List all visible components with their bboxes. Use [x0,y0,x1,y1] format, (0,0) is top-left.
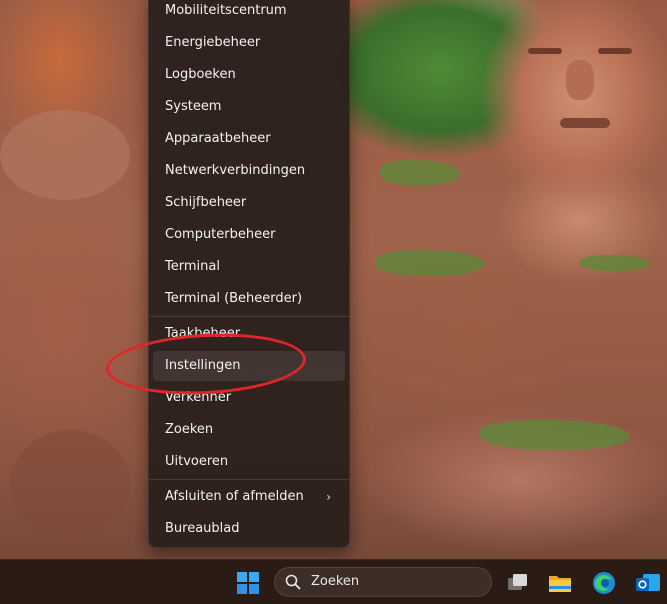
menu-item-terminal-beheerder[interactable]: Terminal (Beheerder) [153,284,345,314]
wallpaper-detail [10,430,130,540]
menu-item-mobiliteitscentrum[interactable]: Mobiliteitscentrum [153,0,345,26]
search-icon [285,574,301,590]
menu-item-instellingen[interactable]: Instellingen [153,351,345,381]
quick-link-menu: Mobiliteitscentrum Energiebeheer Logboek… [148,0,350,548]
wallpaper-detail [480,420,630,450]
wallpaper-detail [580,255,650,271]
menu-divider [149,479,349,480]
taskbar: Zoeken [0,559,667,604]
desktop-screen: Mobiliteitscentrum Energiebeheer Logboek… [0,0,667,604]
wallpaper-detail [598,48,632,54]
outlook-icon [636,574,660,591]
menu-item-uitvoeren[interactable]: Uitvoeren [153,447,345,477]
menu-item-schijfbeheer[interactable]: Schijfbeheer [153,188,345,218]
menu-item-taakbeheer[interactable]: Taakbeheer [153,319,345,349]
edge-browser-button[interactable] [590,569,618,597]
menu-item-netwerkverbindingen[interactable]: Netwerkverbindingen [153,156,345,186]
search-placeholder: Zoeken [311,574,360,589]
task-view-icon [508,574,527,590]
chevron-right-icon: › [326,490,331,504]
menu-item-verkenner[interactable]: Verkenner [153,383,345,413]
taskbar-search-box[interactable]: Zoeken [274,567,492,597]
file-explorer-button[interactable] [546,569,574,597]
wallpaper-detail [528,48,562,54]
menu-item-label: Afsluiten of afmelden [165,489,304,504]
menu-item-apparaatbeheer[interactable]: Apparaatbeheer [153,124,345,154]
menu-item-terminal[interactable]: Terminal [153,252,345,282]
file-explorer-icon [549,576,571,592]
menu-item-computerbeheer[interactable]: Computerbeheer [153,220,345,250]
windows-start-icon [237,572,259,594]
wallpaper-detail [375,250,485,276]
outlook-button[interactable] [634,569,662,597]
wallpaper-detail [560,118,610,128]
menu-item-afsluiten-of-afmelden[interactable]: Afsluiten of afmelden › [153,482,345,512]
menu-item-systeem[interactable]: Systeem [153,92,345,122]
task-view-button[interactable] [504,569,532,597]
menu-item-energiebeheer[interactable]: Energiebeheer [153,28,345,58]
menu-item-logboeken[interactable]: Logboeken [153,60,345,90]
wallpaper-detail [380,160,460,186]
wallpaper-detail [0,110,130,200]
start-button[interactable] [232,569,264,597]
menu-divider [149,316,349,317]
menu-item-bureaublad[interactable]: Bureaublad [153,514,345,544]
wallpaper-detail [566,60,594,100]
menu-item-zoeken[interactable]: Zoeken [153,415,345,445]
edge-icon [593,572,615,594]
